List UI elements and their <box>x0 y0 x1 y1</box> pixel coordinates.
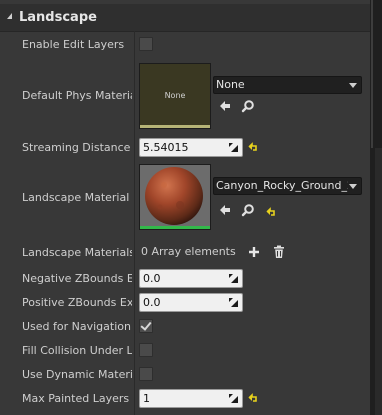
drag-handle-icon[interactable] <box>229 298 238 307</box>
material-sphere-preview <box>140 165 210 229</box>
max-painted-layers-label: Max Painted Layers Per Component <box>22 392 132 405</box>
column-divider[interactable] <box>134 31 135 415</box>
enable-edit-layers-label: Enable Edit Layers <box>22 38 125 51</box>
streaming-distance-value: 5.54015 <box>143 141 189 154</box>
negative-zbounds-input[interactable]: 0.0 <box>139 269 243 288</box>
streaming-distance-input[interactable]: 5.54015 <box>139 138 243 157</box>
panel-scrollbar-area[interactable] <box>370 0 382 415</box>
arrow-left-icon[interactable] <box>218 203 232 217</box>
drag-handle-icon[interactable] <box>229 274 238 283</box>
fill-collision-label: Fill Collision Under Landscape <box>22 344 132 357</box>
scrollbar-track[interactable] <box>371 0 373 148</box>
used-for-navigation-checkbox[interactable] <box>139 319 153 333</box>
drag-handle-icon[interactable] <box>229 143 238 152</box>
landscape-material-combo[interactable]: Canyon_Rocky_Ground_2x2 <box>213 177 362 195</box>
landscape-materials-override-label: Landscape Materials Override <box>22 246 132 259</box>
drag-handle-icon[interactable] <box>229 394 238 403</box>
reset-to-default-icon[interactable] <box>248 142 258 152</box>
streaming-distance-label: Streaming Distance Multiplier <box>22 141 132 154</box>
max-painted-layers-value: 1 <box>143 392 150 405</box>
search-icon[interactable] <box>241 203 255 217</box>
use-dynamic-material-checkbox[interactable] <box>139 367 153 381</box>
fill-collision-checkbox[interactable] <box>139 343 153 357</box>
collapse-triangle-icon[interactable] <box>7 13 12 19</box>
asset-type-bar <box>140 125 210 128</box>
asset-type-bar <box>140 226 210 229</box>
use-dynamic-material-label: Use Dynamic Material Instance <box>22 368 132 381</box>
reset-to-default-icon[interactable] <box>248 393 258 403</box>
trash-icon[interactable] <box>272 245 286 259</box>
negative-zbounds-value: 0.0 <box>143 272 161 285</box>
positive-zbounds-value: 0.0 <box>143 296 161 309</box>
phys-material-combo[interactable]: None <box>213 76 362 94</box>
chevron-down-icon <box>349 184 357 189</box>
thumbnail-none-text: None <box>164 91 186 100</box>
used-for-navigation-label: Used for Navigation <box>22 320 131 333</box>
phys-material-thumbnail[interactable]: None <box>139 63 211 129</box>
positive-zbounds-input[interactable]: 0.0 <box>139 293 243 312</box>
array-elements-count: 0 Array elements <box>141 245 236 258</box>
landscape-material-selected: Canyon_Rocky_Ground_2x2 <box>216 179 348 192</box>
negative-zbounds-label: Negative ZBounds Extension <box>22 272 132 285</box>
enable-edit-layers-checkbox[interactable] <box>139 37 153 51</box>
section-title: Landscape <box>19 10 97 25</box>
positive-zbounds-label: Positive ZBounds Extension <box>22 296 132 309</box>
landscape-material-label: Landscape Material <box>22 191 130 204</box>
default-phys-material-label: Default Phys Material <box>22 89 132 102</box>
arrow-left-icon[interactable] <box>218 99 232 113</box>
section-header[interactable]: Landscape <box>0 4 370 32</box>
scrollbar-gutter <box>375 148 382 415</box>
landscape-material-thumbnail[interactable] <box>139 164 211 230</box>
details-panel: Landscape Enable Edit Layers Default Phy… <box>0 0 370 415</box>
plus-icon[interactable] <box>247 245 261 259</box>
max-painted-layers-input[interactable]: 1 <box>139 389 243 408</box>
phys-material-selected: None <box>216 78 245 91</box>
search-icon[interactable] <box>241 99 255 113</box>
reset-to-default-icon[interactable] <box>266 207 276 217</box>
chevron-down-icon <box>349 83 357 88</box>
